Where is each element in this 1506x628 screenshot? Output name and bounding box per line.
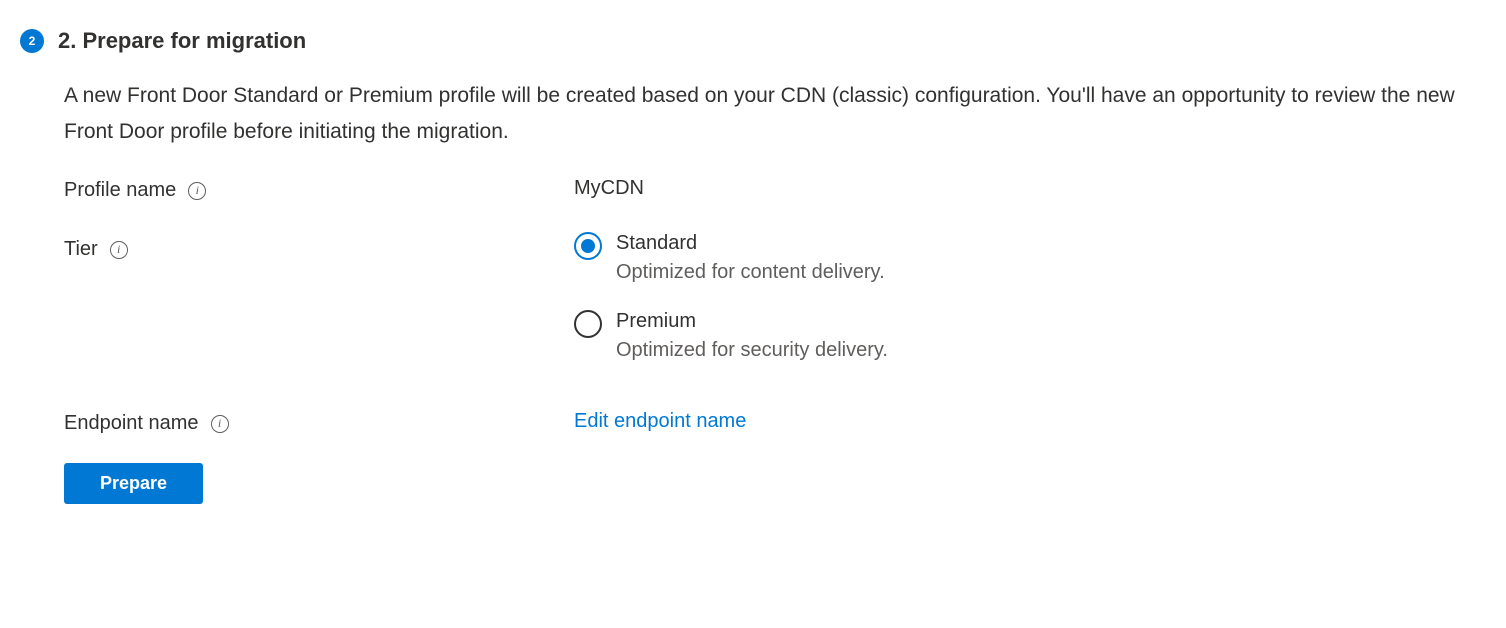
endpoint-name-label: Endpoint name <box>64 412 199 435</box>
section-description: A new Front Door Standard or Premium pro… <box>64 78 1480 149</box>
profile-name-label: Profile name <box>64 179 176 202</box>
info-icon[interactable]: i <box>211 415 229 433</box>
tier-label: Tier <box>64 238 98 261</box>
tier-option-label: Premium <box>616 310 888 333</box>
radio-icon <box>574 310 602 338</box>
tier-option-label: Standard <box>616 232 885 255</box>
tier-radio-group: Standard Optimized for content delivery.… <box>574 232 888 362</box>
prepare-button[interactable]: Prepare <box>64 463 203 504</box>
tier-option-description: Optimized for security delivery. <box>616 339 888 362</box>
profile-name-value: MyCDN <box>574 177 644 200</box>
step-number-badge: 2 <box>20 29 44 53</box>
edit-endpoint-name-link[interactable]: Edit endpoint name <box>574 410 746 432</box>
tier-option-description: Optimized for content delivery. <box>616 261 885 284</box>
tier-option-standard[interactable]: Standard Optimized for content delivery. <box>574 232 888 284</box>
radio-icon <box>574 232 602 260</box>
info-icon[interactable]: i <box>188 182 206 200</box>
tier-option-premium[interactable]: Premium Optimized for security delivery. <box>574 310 888 362</box>
section-title: 2. Prepare for migration <box>58 28 306 54</box>
info-icon[interactable]: i <box>110 241 128 259</box>
